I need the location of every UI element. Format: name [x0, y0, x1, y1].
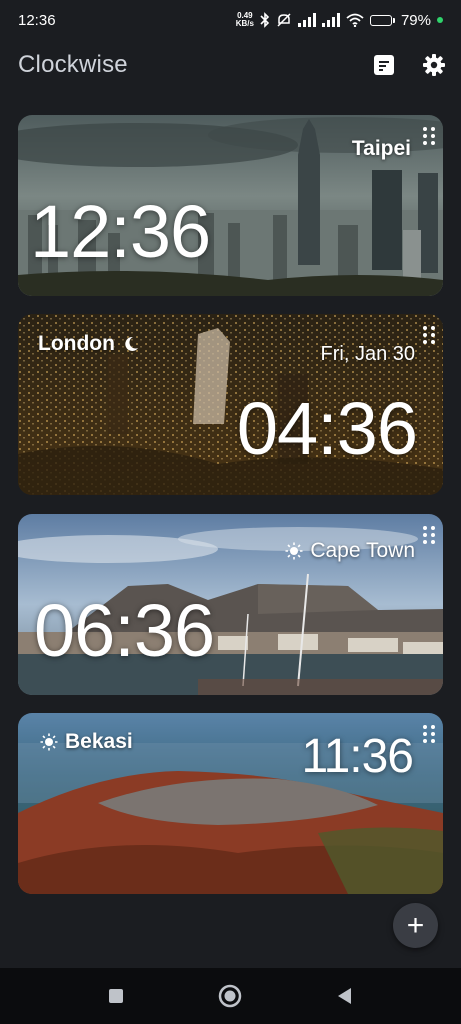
sun-icon	[285, 542, 303, 560]
signal-icon-1	[297, 13, 316, 27]
drag-handle-icon[interactable]	[423, 127, 435, 145]
settings-icon	[423, 54, 445, 76]
system-nav-bar	[0, 968, 461, 1024]
privacy-indicator-dot	[437, 17, 443, 23]
status-icons: 0.49 KB/s 79%	[236, 12, 443, 29]
city-label-cape-town: Cape Town	[285, 539, 415, 563]
city-name: London	[38, 332, 115, 355]
status-bar: 12:36 0.49 KB/s 79%	[0, 0, 461, 40]
mute-icon	[277, 13, 291, 27]
wifi-icon	[346, 13, 364, 27]
clock-card-london[interactable]: London Fri, Jan 30 04:36	[18, 314, 443, 495]
notes-icon	[374, 55, 394, 75]
drag-handle-icon[interactable]	[423, 725, 435, 743]
clock-time: 11:36	[301, 730, 414, 783]
plus-icon: +	[406, 908, 425, 942]
city-name: Bekasi	[65, 730, 133, 753]
battery-icon	[369, 14, 395, 26]
add-city-button[interactable]: +	[393, 903, 438, 948]
drag-handle-icon[interactable]	[423, 526, 435, 544]
app-title: Clockwise	[18, 51, 128, 78]
clock-card-bekasi[interactable]: Bekasi 11:36	[18, 713, 443, 894]
back-button[interactable]	[336, 987, 354, 1005]
network-speed-unit: KB/s	[235, 19, 254, 28]
network-speed: 0.49 KB/s	[236, 12, 254, 28]
clock-card-taipei[interactable]: Taipei 12:36	[18, 115, 443, 296]
clock-date: Fri, Jan 30	[320, 343, 415, 365]
bluetooth-icon	[260, 12, 270, 28]
city-name: Taipei	[351, 137, 411, 160]
app-bar: Clockwise	[0, 40, 461, 90]
app-bar-actions	[371, 52, 447, 78]
sun-icon	[40, 733, 58, 751]
city-label-london: London	[38, 332, 140, 356]
clock-card-cape-town[interactable]: Cape Town 06:36	[18, 514, 443, 695]
clock-time: 06:36	[34, 589, 215, 672]
signal-icon-2	[321, 13, 340, 27]
status-time: 12:36	[18, 11, 56, 29]
clock-time: 12:36	[30, 190, 211, 273]
drag-handle-icon[interactable]	[423, 326, 435, 344]
city-label-bekasi: Bekasi	[40, 730, 133, 754]
battery-percent: 79%	[400, 11, 431, 29]
notes-button[interactable]	[371, 52, 397, 78]
city-name: Cape Town	[310, 539, 415, 562]
moon-icon	[125, 336, 138, 351]
clock-time: 04:36	[236, 387, 418, 470]
settings-button[interactable]	[421, 52, 447, 78]
recents-button[interactable]	[107, 987, 125, 1005]
home-button[interactable]	[218, 984, 242, 1008]
